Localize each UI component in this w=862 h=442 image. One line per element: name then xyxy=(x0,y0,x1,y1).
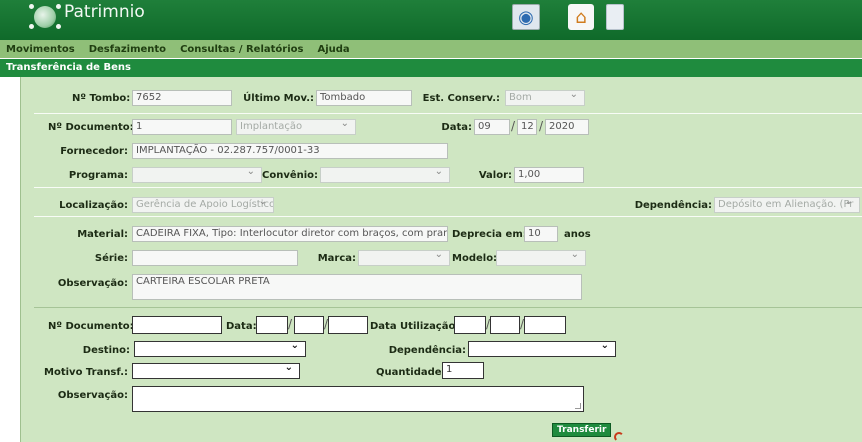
transfer-observacao-label: Observação: xyxy=(57,390,128,401)
separator xyxy=(34,307,862,308)
deprecia-field[interactable]: 10 xyxy=(524,226,558,242)
transfer-num-documento-field[interactable] xyxy=(132,316,222,334)
tombo-field[interactable]: 7652 xyxy=(132,90,232,106)
title-bar: Patrimnio ◉ ⌂ xyxy=(0,0,862,40)
document-icon[interactable] xyxy=(606,4,624,30)
loading-cursor-icon xyxy=(614,432,624,442)
menu-bar: Movimentos Desfazimento Consultas / Rela… xyxy=(0,40,862,58)
material-label: Material: xyxy=(77,229,128,240)
date-separator: / xyxy=(511,119,516,133)
deprecia-unit: anos xyxy=(564,229,591,240)
quantidade-label: Quantidade: xyxy=(376,367,446,378)
fornecedor-field[interactable]: IMPLANTAÇÃO - 02.287.757/0001-33 xyxy=(132,143,448,159)
separator xyxy=(34,113,862,114)
destino-select[interactable] xyxy=(134,341,306,357)
transfer-data-label: Data: xyxy=(226,321,257,332)
modelo-label: Modelo: xyxy=(452,253,498,264)
transfer-data-day-field[interactable] xyxy=(256,316,288,334)
convenio-label: Convênio: xyxy=(262,170,319,181)
motivo-label: Motivo Transf.: xyxy=(44,367,128,378)
fornecedor-label: Fornecedor: xyxy=(60,146,128,157)
home-icon[interactable]: ⌂ xyxy=(568,4,594,30)
transfer-data-month-field[interactable] xyxy=(294,316,324,334)
destino-label: Destino: xyxy=(82,345,130,356)
logo-dot xyxy=(56,24,61,29)
data-utilizacao-year-field[interactable] xyxy=(524,316,566,334)
left-margin xyxy=(0,77,20,442)
deprecia-label: Deprecia em: xyxy=(452,229,527,240)
programa-label: Programa: xyxy=(68,170,128,181)
serie-label: Série: xyxy=(94,253,128,264)
marca-label: Marca: xyxy=(317,253,356,264)
data-utilizacao-month-field[interactable] xyxy=(490,316,520,334)
material-field[interactable]: CADEIRA FIXA, Tipo: Interlocutor diretor… xyxy=(132,226,448,242)
modelo-select[interactable] xyxy=(496,250,586,266)
convenio-select[interactable] xyxy=(320,167,450,183)
valor-field[interactable]: 1,00 xyxy=(514,167,584,183)
est-conserv-label: Est. Conserv.: xyxy=(422,93,500,104)
date-separator: / xyxy=(288,317,293,331)
observacao-label: Observação: xyxy=(57,278,128,289)
menu-consultas-relatorios[interactable]: Consultas / Relatórios xyxy=(180,44,303,55)
logo-dot xyxy=(29,4,34,9)
app-title: Patrimnio xyxy=(64,2,145,22)
data-label: Data: xyxy=(441,122,472,133)
menu-desfazimento[interactable]: Desfazimento xyxy=(89,44,166,55)
marca-select[interactable] xyxy=(358,250,450,266)
transfer-observacao-textarea[interactable] xyxy=(132,386,584,412)
app-window: Patrimnio ◉ ⌂ Movimentos Desfazimento Co… xyxy=(0,0,862,442)
data-year-field[interactable]: 2020 xyxy=(545,119,589,135)
menu-movimentos[interactable]: Movimentos xyxy=(6,44,75,55)
est-conserv-select[interactable]: Bom xyxy=(505,90,585,106)
date-separator: / xyxy=(539,119,544,133)
app-logo-icon xyxy=(29,4,61,29)
programa-select[interactable] xyxy=(132,167,262,183)
logo-dot xyxy=(29,24,34,29)
separator xyxy=(34,187,862,188)
resize-handle-icon[interactable] xyxy=(575,403,581,409)
ultimo-mov-label: Último Mov.: xyxy=(243,93,314,104)
data-month-field[interactable]: 12 xyxy=(517,119,537,135)
section-title: Transferência de Bens xyxy=(0,59,862,77)
dependencia-select[interactable]: Depósito em Alienação. (Pr xyxy=(714,197,860,213)
transfer-dependencia-label: Dependência: xyxy=(388,345,466,356)
transfer-num-documento-label: Nº Documento: xyxy=(48,321,134,332)
serie-field[interactable] xyxy=(132,250,298,266)
observacao-textarea[interactable]: CARTEIRA ESCOLAR PRETA xyxy=(132,274,582,300)
logo-dot xyxy=(56,4,61,9)
image-icon[interactable]: ◉ xyxy=(512,4,540,30)
transfer-data-year-field[interactable] xyxy=(328,316,368,334)
data-utilizacao-label: Data Utilização: xyxy=(370,321,460,332)
data-utilizacao-day-field[interactable] xyxy=(454,316,486,334)
localizacao-select[interactable]: Gerência de Apoio Logístico - G xyxy=(132,197,274,213)
transfer-dependencia-select[interactable] xyxy=(468,341,616,357)
num-documento-label: Nº Documento: xyxy=(48,122,134,133)
tombo-label: Nº Tombo: xyxy=(72,93,131,104)
ultimo-mov-field[interactable]: Tombado xyxy=(316,90,412,106)
dependencia-label: Dependência: xyxy=(634,200,712,211)
menu-ajuda[interactable]: Ajuda xyxy=(317,44,349,55)
valor-label: Valor: xyxy=(478,170,512,181)
separator xyxy=(34,216,862,217)
motivo-select[interactable] xyxy=(132,363,300,379)
num-documento-field[interactable]: 1 xyxy=(132,119,232,135)
documento-tipo-select[interactable]: Implantação xyxy=(236,119,356,135)
localizacao-label: Localização: xyxy=(59,200,128,211)
data-day-field[interactable]: 09 xyxy=(474,119,510,135)
quantidade-field[interactable]: 1 xyxy=(442,362,484,379)
transferir-button[interactable]: Transferir xyxy=(552,423,612,437)
